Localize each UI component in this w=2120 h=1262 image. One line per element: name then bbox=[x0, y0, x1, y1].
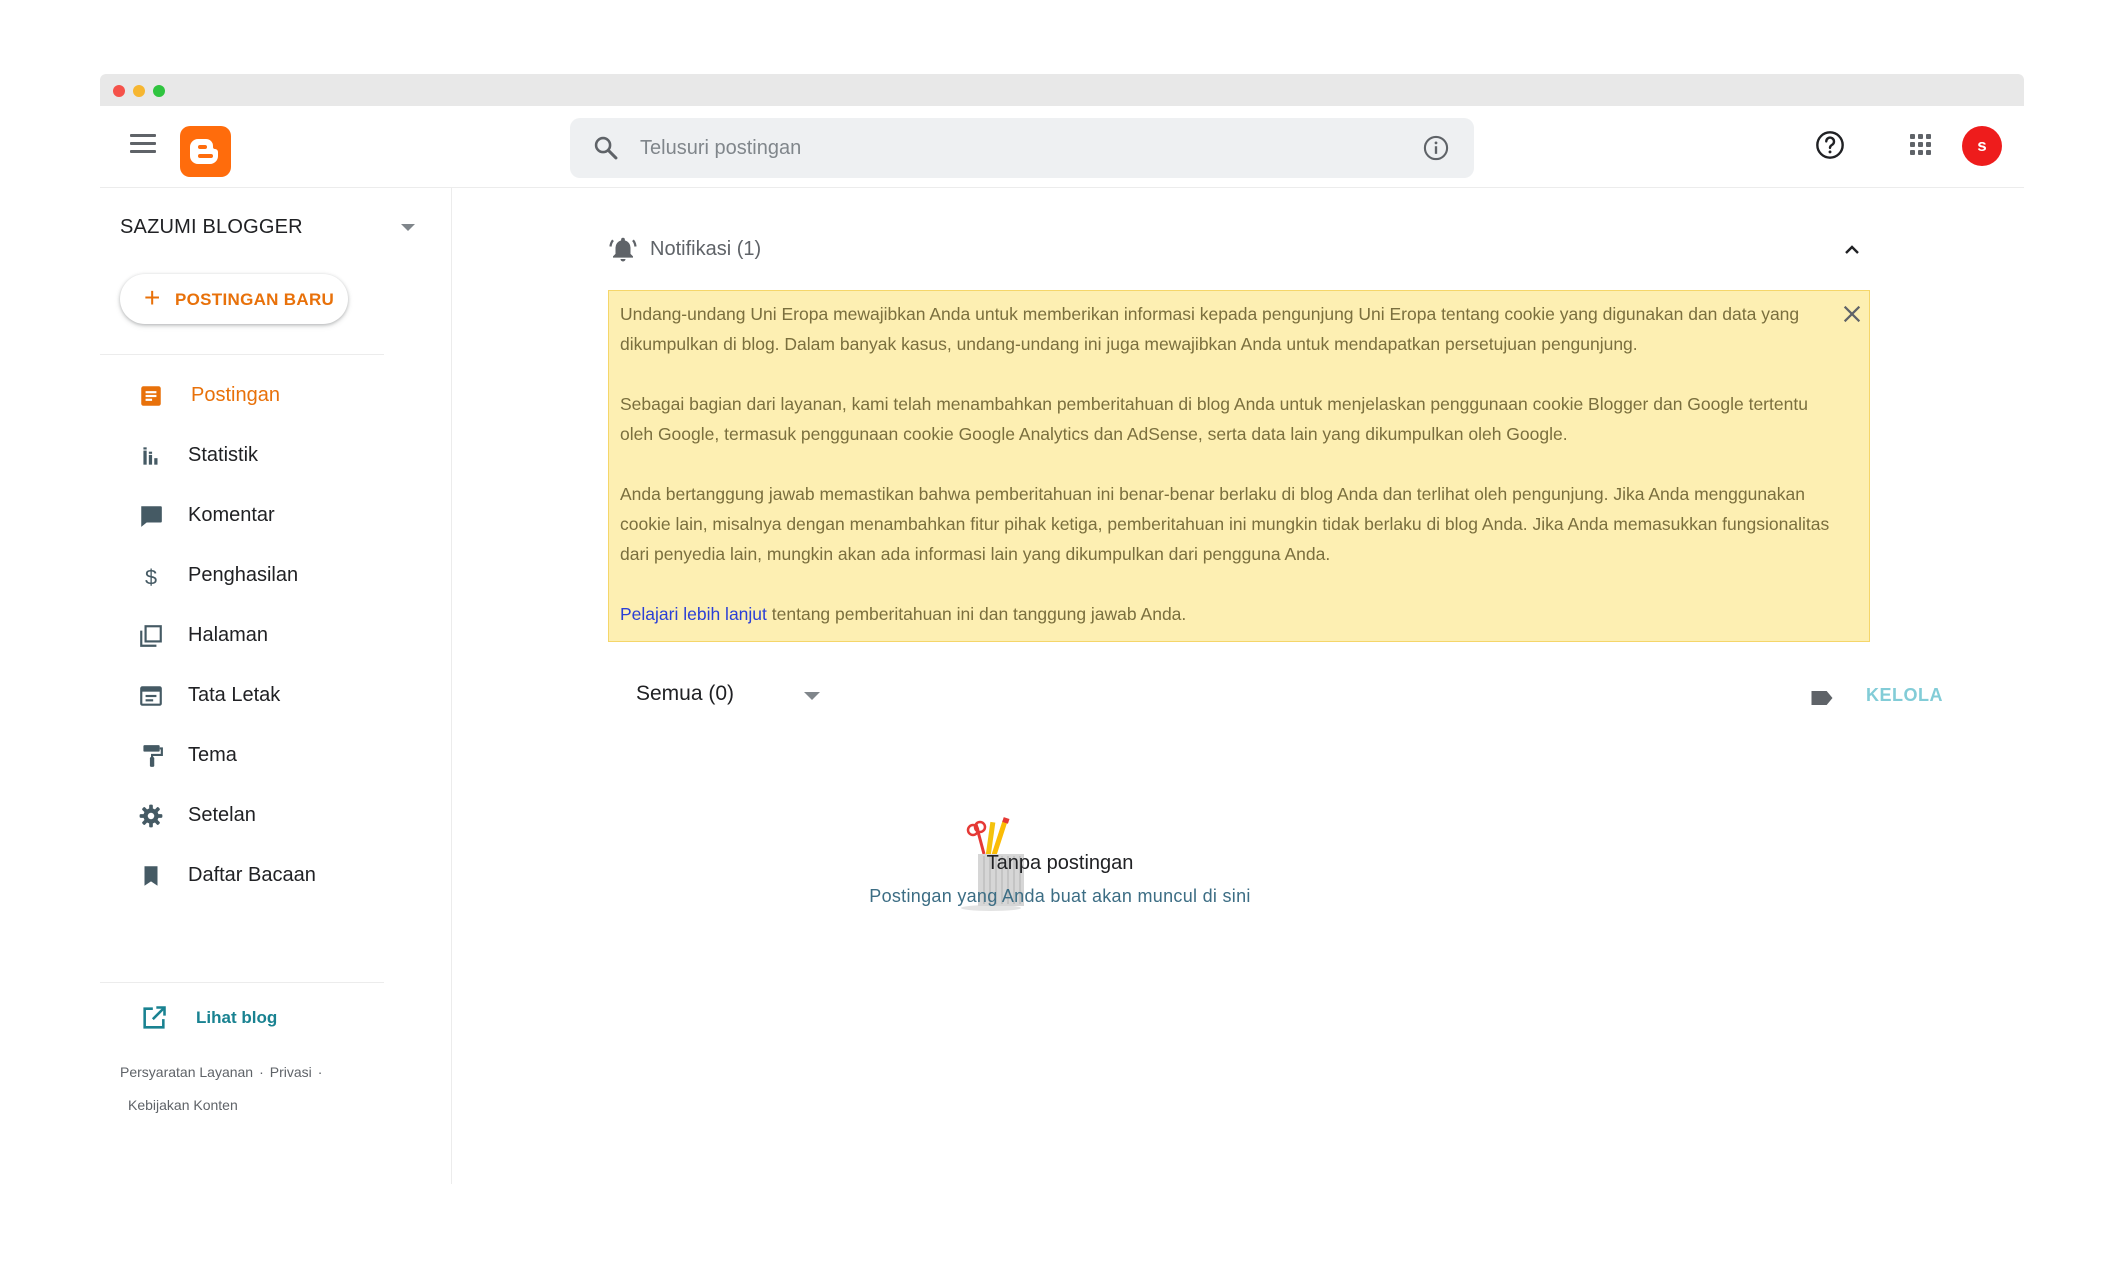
sidebar-item-setelan[interactable]: Setelan bbox=[100, 788, 452, 844]
sidebar-item-label: Tata Letak bbox=[188, 684, 281, 706]
main-content: Notifikasi (1) Undang-undang Uni Eropa m… bbox=[452, 188, 2024, 1184]
sidebar-item-label: Halaman bbox=[188, 624, 269, 646]
sidebar-item-tema[interactable]: Tema bbox=[100, 728, 452, 784]
footer-links: Persyaratan Layanan · Privasi · Kebijakan K… bbox=[120, 1064, 323, 1113]
empty-state-subtitle: Postingan yang Anda buat akan muncul di … bbox=[869, 886, 1251, 906]
help-icon[interactable] bbox=[1814, 129, 1846, 161]
close-window-dot[interactable] bbox=[113, 85, 125, 97]
sidebar-item-label: Setelan bbox=[188, 804, 256, 826]
browser-window: s SAZUMI BLOGGER + POSTINGAN BARU Postin… bbox=[100, 74, 2024, 1184]
learn-more-link[interactable]: Pelajari lebih lanjut bbox=[620, 604, 767, 624]
label-icon[interactable] bbox=[1808, 684, 1836, 712]
blog-name[interactable]: SAZUMI BLOGGER bbox=[120, 216, 303, 239]
sidebar-item-label: Postingan bbox=[191, 384, 280, 406]
search-input[interactable] bbox=[640, 130, 1400, 166]
search-bar bbox=[570, 118, 1474, 178]
info-icon[interactable] bbox=[1422, 134, 1450, 162]
divider bbox=[100, 354, 384, 355]
sidebar-item-tata-letak[interactable]: Tata Letak bbox=[100, 668, 452, 724]
sidebar-item-label: Statistik bbox=[188, 444, 259, 466]
app-header: s bbox=[100, 106, 2024, 188]
posts-icon bbox=[141, 386, 161, 406]
sidebar-item-postingan[interactable]: Postingan bbox=[100, 368, 452, 424]
maximize-window-dot[interactable] bbox=[153, 85, 165, 97]
menu-icon[interactable] bbox=[130, 134, 156, 160]
chevron-up-icon[interactable] bbox=[1840, 238, 1864, 262]
sidebar-item-label: Penghasilan bbox=[188, 564, 299, 586]
plus-icon: + bbox=[144, 282, 161, 313]
blogger-logo[interactable] bbox=[180, 126, 231, 177]
posts-filter-dropdown[interactable]: Semua (0) bbox=[636, 682, 734, 706]
notice-paragraph: Pelajari lebih lanjut tentang pemberitah… bbox=[620, 599, 1830, 629]
notice-paragraph: Anda bertanggung jawab memastikan bahwa … bbox=[620, 484, 1830, 564]
layout-icon bbox=[140, 686, 162, 706]
blog-selector-caret-icon[interactable] bbox=[401, 224, 415, 231]
apps-grid-icon[interactable] bbox=[1910, 134, 1932, 156]
search-icon[interactable] bbox=[592, 134, 620, 162]
new-post-button[interactable]: + POSTINGAN BARU bbox=[120, 274, 348, 324]
view-blog-link[interactable]: Lihat blog bbox=[140, 998, 340, 1038]
sidebar-item-statistik[interactable]: Statistik bbox=[100, 428, 452, 484]
sidebar-item-halaman[interactable]: Halaman bbox=[100, 608, 452, 664]
posts-filter-label: Semua (0) bbox=[636, 682, 735, 705]
pages-icon bbox=[140, 625, 162, 647]
view-blog-label: Lihat blog bbox=[196, 1008, 278, 1027]
sidebar: SAZUMI BLOGGER + POSTINGAN BARU Postinga… bbox=[100, 188, 452, 1184]
divider bbox=[100, 982, 384, 983]
minimize-window-dot[interactable] bbox=[133, 85, 145, 97]
notice-paragraph: Sebagai bagian dari layanan, kami telah … bbox=[620, 394, 1808, 444]
window-titlebar bbox=[100, 74, 2024, 106]
sidebar-item-label: Komentar bbox=[188, 504, 275, 526]
content-policy-link[interactable]: Kebijakan Konten bbox=[128, 1097, 238, 1113]
bell-icon bbox=[609, 237, 637, 262]
chevron-down-icon[interactable] bbox=[804, 692, 820, 700]
comment-icon bbox=[141, 506, 162, 527]
notifications-title: Notifikasi (1) bbox=[650, 238, 762, 260]
sidebar-item-label: Tema bbox=[188, 744, 237, 766]
dollar-icon: $ bbox=[145, 565, 157, 589]
empty-state-title: Tanpa postingan bbox=[986, 852, 1134, 874]
privacy-link[interactable]: Privasi bbox=[270, 1064, 312, 1080]
paint-roller-icon bbox=[143, 745, 163, 767]
notice-paragraph: Undang-undang Uni Eropa mewajibkan Anda … bbox=[620, 304, 1800, 354]
cookie-notice: Undang-undang Uni Eropa mewajibkan Anda … bbox=[608, 290, 1870, 642]
avatar[interactable]: s bbox=[1962, 126, 2002, 166]
sidebar-item-penghasilan[interactable]: $ Penghasilan bbox=[100, 548, 452, 604]
close-icon[interactable] bbox=[1841, 303, 1863, 325]
new-post-label: POSTINGAN BARU bbox=[175, 290, 335, 309]
gear-icon bbox=[139, 804, 163, 828]
sidebar-item-komentar[interactable]: Komentar bbox=[100, 488, 452, 544]
terms-link[interactable]: Persyaratan Layanan bbox=[120, 1064, 253, 1080]
learn-more-rest: tentang pemberitahuan ini dan tanggung j… bbox=[766, 604, 1187, 624]
open-in-new-icon bbox=[143, 1006, 166, 1029]
stats-icon bbox=[143, 447, 158, 465]
notifications-header[interactable]: Notifikasi (1) bbox=[608, 232, 1870, 266]
manage-button[interactable]: KELOLA bbox=[1866, 685, 1943, 706]
svg-text:$: $ bbox=[145, 565, 157, 589]
